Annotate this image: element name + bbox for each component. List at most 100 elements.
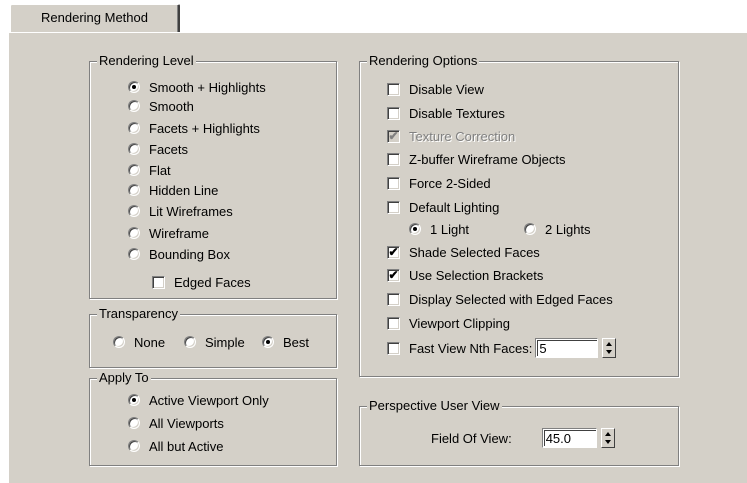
radio-facets-highlights[interactable]: Facets + Highlights (128, 119, 260, 137)
checkbox-icon[interactable]: ✔ (387, 268, 400, 282)
checkbox-label: Viewport Clipping (409, 315, 510, 331)
radio-label: Flat (149, 162, 171, 178)
radio-lit-wireframes[interactable]: Lit Wireframes (128, 202, 233, 220)
checkbox-icon: ✔ (387, 128, 400, 143)
field-of-view-spinner[interactable] (600, 428, 615, 448)
checkbox-disable-textures[interactable]: Disable Textures (387, 104, 505, 122)
radio-hidden-line[interactable]: Hidden Line (128, 181, 218, 199)
spinner-down-icon[interactable] (604, 440, 611, 444)
fast-view-nth-input[interactable] (537, 340, 598, 356)
checkbox-icon[interactable] (387, 176, 400, 190)
checkbox-default-lighting[interactable]: Default Lighting (387, 198, 499, 216)
checkbox-shade-selected-faces[interactable]: ✔ Shade Selected Faces (387, 243, 540, 261)
panel-top-edge (180, 32, 747, 33)
checkbox-disable-view[interactable]: Disable View (387, 80, 484, 98)
checkbox-icon[interactable] (387, 292, 400, 306)
radio-label: Simple (205, 334, 245, 350)
tab-label: Rendering Method (41, 10, 148, 25)
radio-label: Bounding Box (149, 246, 230, 262)
field-of-view-label: Field Of View: (431, 430, 512, 446)
radio-wireframe[interactable]: Wireframe (128, 224, 209, 242)
radio-button-icon[interactable] (184, 336, 196, 348)
checkbox-icon[interactable] (387, 200, 400, 214)
checkbox-label: Default Lighting (409, 199, 500, 215)
radio-2-lights[interactable]: 2 Lights (524, 220, 591, 238)
radio-button-icon[interactable] (409, 223, 421, 235)
tab-strip: Rendering Method (0, 0, 747, 34)
radio-label: Wireframe (149, 225, 209, 241)
rendering-options-title: Rendering Options (367, 53, 480, 69)
checkbox-label: Fast View Nth Faces: (409, 340, 533, 356)
spinner-up-icon[interactable] (606, 342, 613, 346)
radio-smooth-highlights[interactable]: Smooth + Highlights (128, 78, 266, 96)
checkbox-label: Edged Faces (174, 274, 251, 290)
radio-button-icon[interactable] (262, 336, 274, 348)
radio-label: Hidden Line (149, 182, 219, 198)
checkbox-icon[interactable] (152, 275, 165, 289)
radio-button-icon[interactable] (128, 248, 140, 260)
radio-button-icon[interactable] (128, 440, 140, 452)
radio-1-light[interactable]: 1 Light (409, 220, 469, 238)
checkbox-label: Disable Textures (409, 105, 505, 121)
checkbox-icon[interactable] (387, 106, 400, 120)
radio-button-icon[interactable] (128, 143, 140, 155)
radio-button-icon[interactable] (128, 417, 140, 429)
checkbox-label: Display Selected with Edged Faces (409, 291, 613, 307)
checkbox-use-selection-brackets[interactable]: ✔ Use Selection Brackets (387, 266, 543, 284)
radio-button-icon[interactable] (128, 205, 140, 217)
radio-label: Smooth + Highlights (149, 79, 266, 95)
radio-flat[interactable]: Flat (128, 161, 171, 179)
radio-label: Active Viewport Only (149, 392, 269, 408)
radio-label: 1 Light (430, 221, 470, 237)
checkbox-zbuffer-wireframe[interactable]: Z-buffer Wireframe Objects (387, 150, 566, 168)
checkbox-label: Use Selection Brackets (409, 267, 544, 283)
radio-button-icon[interactable] (128, 227, 140, 239)
checkbox-label: Force 2-Sided (409, 175, 491, 191)
checkbox-fast-view-nth-faces[interactable]: Fast View Nth Faces: (387, 337, 617, 359)
radio-facets[interactable]: Facets (128, 140, 188, 158)
radio-smooth[interactable]: Smooth (128, 97, 194, 115)
fast-view-nth-field[interactable] (535, 338, 599, 358)
checkbox-display-selected-edged[interactable]: Display Selected with Edged Faces (387, 290, 613, 308)
spinner-down-icon[interactable] (606, 350, 613, 354)
checkbox-label: Shade Selected Faces (409, 244, 540, 260)
checkbox-edged-faces[interactable]: Edged Faces (152, 273, 251, 291)
perspective-title: Perspective User View (367, 398, 502, 414)
checkbox-icon[interactable] (387, 152, 400, 166)
radio-button-icon[interactable] (128, 184, 140, 196)
checkbox-icon[interactable]: ✔ (387, 245, 400, 259)
apply-to-title: Apply To (97, 370, 151, 386)
radio-label: Lit Wireframes (149, 203, 233, 219)
checkbox-viewport-clipping[interactable]: Viewport Clipping (387, 314, 510, 332)
radio-button-icon[interactable] (128, 100, 140, 112)
checkbox-label: Disable View (409, 81, 484, 97)
rendering-level-group: Rendering Level (89, 53, 337, 299)
radio-label: Facets + Highlights (149, 120, 260, 136)
checkbox-texture-correction: ✔ Texture Correction (387, 127, 515, 145)
checkbox-icon[interactable] (387, 316, 400, 330)
radio-button-icon[interactable] (128, 122, 140, 134)
radio-transparency-best[interactable]: Best (262, 333, 309, 351)
radio-button-icon[interactable] (113, 336, 125, 348)
radio-button-icon[interactable] (128, 394, 140, 406)
checkbox-icon[interactable] (387, 82, 400, 96)
radio-transparency-none[interactable]: None (113, 333, 165, 351)
radio-button-icon[interactable] (128, 164, 140, 176)
rendering-level-title: Rendering Level (97, 53, 196, 69)
spinner-up-icon[interactable] (604, 432, 611, 436)
field-of-view-input[interactable] (543, 430, 596, 446)
radio-active-viewport-only[interactable]: Active Viewport Only (128, 391, 269, 409)
checkbox-icon[interactable] (387, 341, 400, 355)
checkbox-force-2-sided[interactable]: Force 2-Sided (387, 174, 491, 192)
radio-button-icon[interactable] (128, 81, 140, 93)
radio-label: All Viewports (149, 415, 224, 431)
radio-transparency-simple[interactable]: Simple (184, 333, 245, 351)
radio-label: Smooth (149, 98, 194, 114)
radio-all-viewports[interactable]: All Viewports (128, 414, 224, 432)
radio-all-but-active[interactable]: All but Active (128, 437, 223, 455)
fast-view-nth-spinner[interactable] (602, 338, 617, 358)
tab-rendering-method[interactable]: Rendering Method (10, 4, 180, 34)
radio-bounding-box[interactable]: Bounding Box (128, 245, 230, 263)
field-of-view-field[interactable] (541, 428, 597, 448)
radio-button-icon[interactable] (524, 223, 536, 235)
